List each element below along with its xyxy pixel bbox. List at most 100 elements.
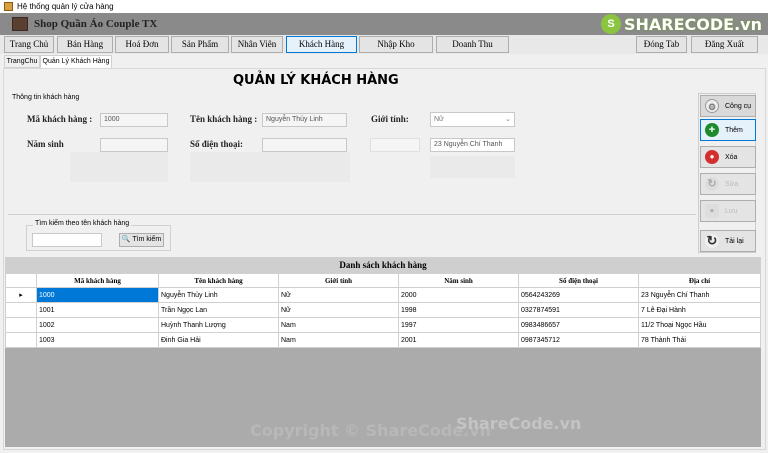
table-cell[interactable]: 0327874591 [518, 302, 639, 318]
reload-button-label: Tải lại [725, 237, 744, 245]
edit-button-label: Sửa [725, 180, 739, 188]
table-header-row: Mã khách hàng Tên khách hàng Giới tính N… [5, 273, 761, 288]
table-cell[interactable]: 1003 [36, 332, 159, 348]
delete-icon: ● [705, 150, 719, 164]
blurred-area [70, 152, 168, 182]
menu-san-pham[interactable]: Sản Phẩm [171, 36, 229, 53]
table-row[interactable]: 1003 Đinh Gia Hải Nam 2001 0987345712 78… [5, 332, 761, 348]
table-cell[interactable]: Đinh Gia Hải [158, 332, 279, 348]
copyright-watermark: Copyright © ShareCode.vn [250, 421, 492, 440]
table-row[interactable]: 1002 Huỳnh Thanh Lượng Nam 1997 09834866… [5, 317, 761, 333]
gender-label: Giới tính: [371, 114, 409, 124]
phone-label: Số điện thoại: [190, 139, 244, 149]
table-cell[interactable]: 1000 [36, 287, 159, 303]
refresh-icon: ↻ [705, 177, 719, 191]
tools-panel: ⚙ Công cụ + Thêm ● Xóa ↻ Sửa ▪ Lưu ↻ Tải… [698, 93, 756, 253]
birth-year-field[interactable] [100, 138, 168, 152]
column-header[interactable]: Năm sinh [398, 273, 519, 288]
menu-nhan-vien[interactable]: Nhân Viên [231, 36, 283, 53]
sharecode-logo-text: SHARECODE.vn [624, 14, 762, 34]
close-tab-button[interactable]: Đóng Tab [636, 36, 687, 53]
menu-trang-chu[interactable]: Trang Chủ [4, 36, 54, 53]
reload-button[interactable]: ↻ Tải lại [700, 230, 756, 252]
table-cell[interactable]: 2000 [398, 287, 519, 303]
table-cell[interactable]: Nam [278, 332, 399, 348]
customer-id-label: Mã khách hàng : [27, 114, 93, 124]
gear-icon: ⚙ [705, 99, 719, 113]
customer-info-legend: Thông tin khách hàng [10, 94, 82, 101]
column-header[interactable]: Tên khách hàng [158, 273, 279, 288]
customer-id-field[interactable]: 1000 [100, 113, 168, 127]
title-bar: Hệ thống quản lý cửa hàng [0, 0, 768, 13]
table-cell[interactable]: 0564243269 [518, 287, 639, 303]
table-cell[interactable]: Nữ [278, 287, 399, 303]
table-cell[interactable]: 78 Thành Thái [638, 332, 761, 348]
table-row[interactable]: 1001 Trần Ngọc Lan Nữ 1998 0327874591 7 … [5, 302, 761, 318]
menu-khach-hang[interactable]: Khách Hàng [286, 36, 357, 53]
tab-strip: TrangChu Quản Lý Khách Hàng [0, 54, 768, 68]
table-cell[interactable]: 7 Lê Đại Hành [638, 302, 761, 318]
table-cell[interactable]: Nam [278, 317, 399, 333]
reload-icon: ↻ [705, 233, 719, 248]
search-input[interactable] [32, 233, 102, 247]
menu-nhap-kho[interactable]: Nhập Kho [359, 36, 433, 53]
customer-name-field[interactable]: Nguyễn Thủy Linh [262, 113, 347, 127]
address-label-blurred [370, 138, 420, 152]
customer-name-label: Tên khách hàng : [190, 114, 258, 124]
customer-table: Mã khách hàng Tên khách hàng Giới tính N… [5, 273, 761, 348]
row-header-cell [5, 273, 37, 288]
table-cell[interactable]: 0987345712 [518, 332, 639, 348]
tab-quan-ly-khach-hang[interactable]: Quản Lý Khách Hàng [40, 55, 112, 68]
save-button[interactable]: ▪ Lưu [700, 200, 756, 222]
table-cell[interactable]: 1998 [398, 302, 519, 318]
chevron-down-icon: ⌄ [505, 116, 511, 123]
table-cell[interactable]: 0983486657 [518, 317, 639, 333]
app-window: Hệ thống quản lý cửa hàng Shop Quần Áo C… [0, 0, 768, 453]
sharecode-logo-icon: S [601, 14, 621, 34]
menu-hoa-don[interactable]: Hoá Đơn [115, 36, 169, 53]
column-header[interactable]: Số điện thoại [518, 273, 639, 288]
table-row[interactable]: ▸ 1000 Nguyễn Thủy Linh Nữ 2000 05642432… [5, 287, 761, 303]
row-header-cell [5, 302, 37, 318]
phone-field[interactable] [262, 138, 347, 152]
search-icon: 🔍 [121, 236, 131, 243]
search-legend: Tìm kiếm theo tên khách hàng [33, 220, 132, 227]
table-cell[interactable]: 11/2 Thoại Ngọc Hầu [638, 317, 761, 333]
table-cell[interactable]: 1002 [36, 317, 159, 333]
logout-button[interactable]: Đăng Xuất [691, 36, 758, 53]
add-button[interactable]: + Thêm [700, 119, 756, 141]
table-cell[interactable]: 2001 [398, 332, 519, 348]
birth-year-label: Năm sinh [27, 139, 64, 149]
tools-header-label: Công cụ [725, 102, 752, 110]
sharecode-watermark: ShareCode.vn [456, 414, 582, 433]
tab-trangchu[interactable]: TrangChu [4, 55, 40, 68]
menu-bar: Trang Chủ Bán Hàng Hoá Đơn Sản Phẩm Nhân… [0, 35, 768, 54]
menu-ban-hang[interactable]: Bán Hàng [57, 36, 113, 53]
sharecode-logo: S SHARECODE.vn [601, 14, 762, 34]
delete-button-label: Xóa [725, 153, 738, 161]
blurred-area [190, 152, 350, 182]
table-cell[interactable]: 1997 [398, 317, 519, 333]
table-cell[interactable]: 1001 [36, 302, 159, 318]
column-header[interactable]: Địa chỉ [638, 273, 761, 288]
save-button-label: Lưu [725, 207, 738, 215]
save-icon: ▪ [705, 204, 719, 218]
column-header[interactable]: Giới tính [278, 273, 399, 288]
gender-select[interactable]: Nữ ⌄ [430, 112, 515, 127]
gender-select-value: Nữ [434, 116, 444, 123]
row-header-cell [5, 332, 37, 348]
table-cell[interactable]: Trần Ngọc Lan [158, 302, 279, 318]
table-cell[interactable]: Nguyễn Thủy Linh [158, 287, 279, 303]
column-header[interactable]: Mã khách hàng [36, 273, 159, 288]
shop-name: Shop Quần Áo Couple TX [34, 18, 158, 30]
delete-button[interactable]: ● Xóa [700, 146, 756, 168]
shop-logo-icon [12, 17, 28, 31]
edit-button[interactable]: ↻ Sửa [700, 173, 756, 195]
grid-title: Danh sách khách hàng [5, 257, 761, 273]
menu-doanh-thu[interactable]: Doanh Thu [436, 36, 509, 53]
search-button[interactable]: 🔍 Tìm kiếm [119, 233, 164, 247]
table-cell[interactable]: Huỳnh Thanh Lượng [158, 317, 279, 333]
address-field[interactable]: 23 Nguyễn Chí Thanh [430, 138, 515, 152]
table-cell[interactable]: 23 Nguyễn Chí Thanh [638, 287, 761, 303]
table-cell[interactable]: Nữ [278, 302, 399, 318]
